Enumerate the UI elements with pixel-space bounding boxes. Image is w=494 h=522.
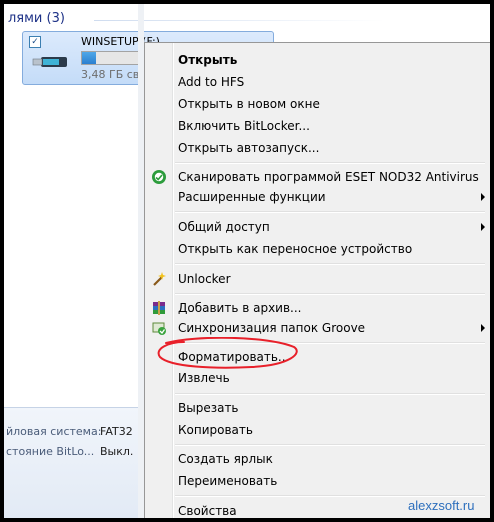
menu-item-eset-scan[interactable]: Сканировать программой ESET NOD32 Antivi… — [145, 166, 489, 188]
details-pane: йловая система: FAT32 стояние BitLo... В… — [4, 407, 138, 518]
menu-item-add-to-hfs[interactable]: Add to HFS — [145, 71, 489, 93]
menu-item-autoplay[interactable]: Открыть автозапуск... — [145, 137, 489, 159]
context-menu: Открыть Add to HFS Открыть в новом окне … — [144, 42, 490, 518]
menu-separator — [175, 495, 485, 497]
menu-item-unlocker[interactable]: Unlocker — [145, 268, 489, 290]
menu-item-cut[interactable]: Вырезать — [145, 397, 489, 419]
details-fs-label: йловая система: — [6, 425, 102, 438]
menu-item-bitlocker[interactable]: Включить BitLocker... — [145, 115, 489, 137]
eset-icon — [152, 170, 166, 184]
drive-checkbox[interactable]: ✓ — [29, 36, 41, 48]
menu-item-open-new-window[interactable]: Открыть в новом окне — [145, 93, 489, 115]
submenu-arrow-icon — [481, 193, 485, 201]
details-bitlocker-value: Выкл. — [100, 445, 134, 458]
menu-item-create-shortcut[interactable]: Создать ярлык — [145, 448, 489, 470]
details-fs-value: FAT32 — [100, 425, 133, 438]
menu-item-groove-sync[interactable]: Синхронизация папок Groove — [145, 317, 489, 339]
drive-usage-fill — [82, 52, 97, 64]
winrar-icon — [153, 301, 165, 315]
details-bitlocker-label: стояние BitLo... — [6, 445, 95, 458]
menu-item-eject[interactable]: Извлечь — [145, 367, 489, 389]
drive-free-space: 3,48 ГБ сво — [81, 68, 147, 81]
menu-separator — [175, 393, 485, 395]
highlight-circle-annotation — [157, 337, 298, 369]
menu-item-sharing[interactable]: Общий доступ — [145, 216, 489, 238]
usb-drive-icon — [32, 57, 67, 67]
menu-separator — [175, 263, 485, 265]
groove-sync-icon — [152, 322, 166, 335]
menu-item-open-portable[interactable]: Открыть как переносное устройство — [145, 238, 489, 260]
watermark: alexzsoft.ru — [408, 498, 475, 513]
menu-separator — [175, 211, 485, 213]
submenu-arrow-icon — [481, 223, 485, 231]
menu-separator — [175, 444, 485, 446]
submenu-arrow-icon — [481, 324, 485, 332]
menu-separator — [175, 293, 485, 295]
screenshot-frame: лями (3) ✓ WINSETUP (F:) 3,48 ГБ сво йло… — [4, 4, 490, 518]
menu-item-open[interactable]: Открыть — [145, 49, 489, 71]
group-header[interactable]: лями (3) — [4, 10, 388, 28]
unlocker-wand-icon — [153, 272, 166, 286]
menu-item-copy[interactable]: Копировать — [145, 419, 489, 441]
menu-item-rename[interactable]: Переименовать — [145, 470, 489, 492]
menu-item-advanced[interactable]: Расширенные функции — [145, 186, 489, 208]
menu-separator — [175, 162, 485, 164]
menu-item-add-to-archive[interactable]: Добавить в архив... — [145, 297, 489, 319]
